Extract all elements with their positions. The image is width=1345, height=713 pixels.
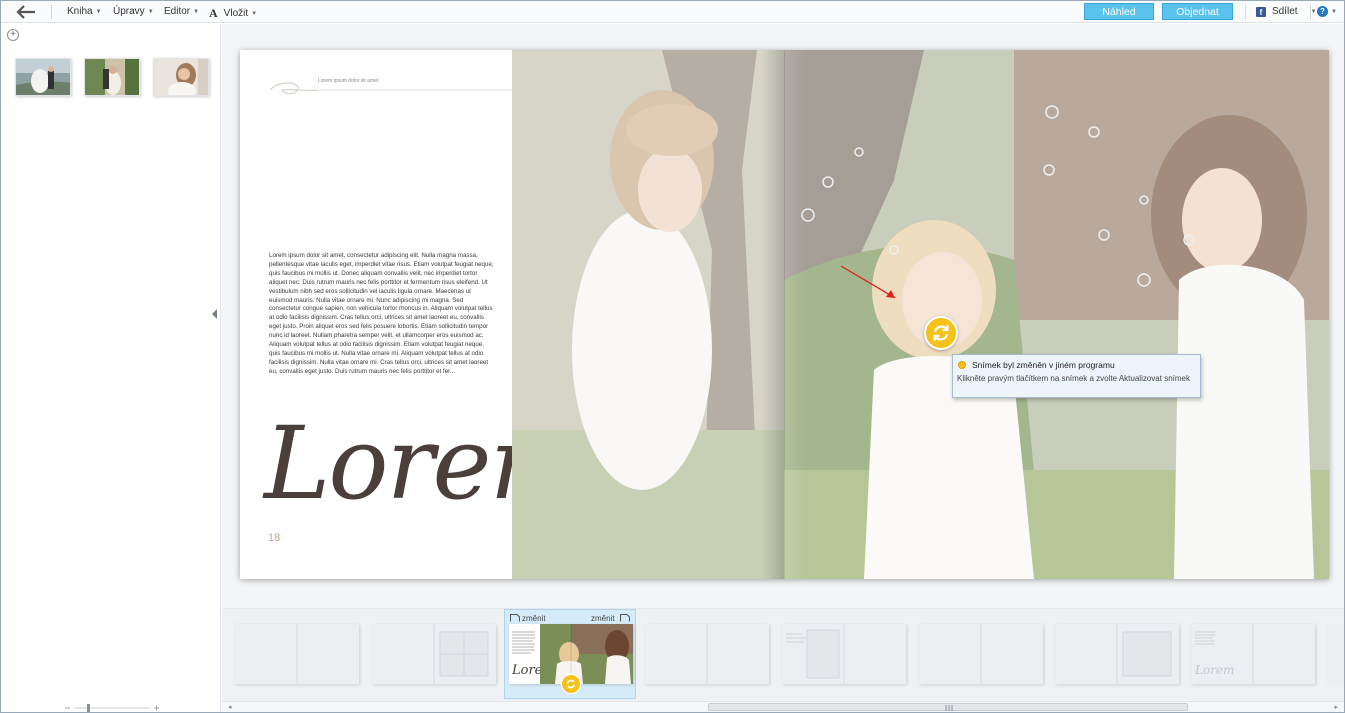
photo-library-panel: +	[1, 24, 221, 712]
spread-thumbnail	[1055, 624, 1179, 684]
scroll-right-icon[interactable]: ▸	[1334, 703, 1338, 711]
spread-thumbnail: Lorem	[1191, 624, 1315, 684]
menu-kniha[interactable]: Kniha ▼	[67, 6, 102, 17]
page-number-left: 18	[268, 532, 281, 544]
photo-girl-blowing-bubbles	[512, 50, 784, 579]
spread-thumbnail	[919, 624, 1043, 684]
scrollbar-thumb[interactable]	[708, 703, 1188, 711]
menu-label: Úpravy	[113, 6, 145, 17]
header-caption: Lorem ipsum dolor sit amet	[318, 78, 379, 84]
warning-dot-icon	[958, 361, 966, 369]
page-filmstrip: změnit změnit 14 15 16 17	[222, 608, 1344, 712]
photo-two-girls-with-bubbles	[784, 50, 1329, 579]
page-corner-icon	[620, 614, 630, 622]
right-page[interactable]	[784, 50, 1329, 579]
caret-down-icon: ▼	[1331, 8, 1337, 15]
svg-text:Lorem: Lorem	[1194, 663, 1234, 677]
tooltip-title: Snímek byl změněn v jiném programu	[972, 360, 1115, 370]
add-photo-icon[interactable]: +	[7, 29, 19, 41]
caret-down-icon: ▼	[251, 10, 258, 17]
spread-thumbnail	[372, 624, 496, 684]
menu-editor[interactable]: Editor ▼	[164, 6, 199, 17]
editor-canvas: Lorem ipsum dolor sit amet Lorem ipsum d…	[222, 24, 1344, 712]
library-thumbnail-1[interactable]	[15, 58, 71, 96]
menu-label: Kniha	[67, 6, 93, 17]
help-menu[interactable]: ? ▼	[1317, 6, 1337, 17]
change-left-link[interactable]: změnit	[522, 614, 546, 623]
spread-thumbnail	[1326, 624, 1344, 684]
menu-label: Editor	[164, 6, 191, 17]
menu-upravy[interactable]: Úpravy ▼	[113, 6, 154, 17]
filmstrip-spread-16-17[interactable]: 16 17	[372, 624, 496, 711]
spread-thumbnail	[782, 624, 906, 684]
divider	[51, 5, 52, 19]
caret-down-icon: ▼	[193, 8, 200, 15]
caret-down-icon: ▼	[95, 8, 102, 15]
page-spread[interactable]: Lorem ipsum dolor sit amet Lorem ipsum d…	[240, 50, 1329, 579]
left-page[interactable]: Lorem ipsum dolor sit amet Lorem ipsum d…	[240, 50, 784, 579]
page-corner-icon	[510, 614, 520, 622]
filmstrip-spread-22-23[interactable]: 22 23	[782, 624, 906, 711]
facebook-icon: f	[1256, 6, 1266, 17]
library-thumbnail-2[interactable]	[84, 58, 140, 96]
photo-wedding-couple	[16, 59, 70, 95]
mini-refresh-badge[interactable]	[561, 674, 581, 694]
library-thumbnail-3[interactable]	[153, 58, 209, 96]
spread-thumbnail	[235, 624, 359, 684]
menu-label: Vložit	[223, 8, 249, 19]
collapse-panel-icon[interactable]	[212, 309, 217, 319]
photo-changed-tooltip: Snímek byl změněn v jiném programu Klikn…	[952, 354, 1201, 398]
filmstrip-spread-20-21[interactable]: 20 21	[645, 624, 769, 711]
spread-thumbnail	[645, 624, 769, 684]
filmstrip-spread-28-29[interactable]: Lorem 28 29	[1191, 624, 1315, 711]
left-photo-frame[interactable]	[512, 50, 784, 579]
filmstrip-spread-24-25[interactable]: 24 25	[919, 624, 1043, 711]
slider-track	[65, 704, 159, 712]
photo-book-editor: Kniha ▼ Úpravy ▼ Editor ▼ A Vložit ▼ Náhled …	[0, 0, 1345, 713]
top-toolbar: Kniha ▼ Úpravy ▼ Editor ▼ A Vložit ▼ Náhled …	[1, 1, 1344, 23]
caret-down-icon: ▼	[1310, 8, 1317, 15]
filmstrip-spread-14-15[interactable]: 14 15	[235, 624, 359, 711]
back-arrow-icon	[16, 5, 35, 19]
filmstrip-spread-26-27[interactable]: 26 27	[1055, 624, 1179, 711]
change-right-link[interactable]: změnit	[591, 614, 615, 623]
filmstrip-spread-18-19[interactable]: Lorem 18	[509, 624, 633, 711]
share-menu[interactable]: f Sdílet ▼	[1256, 6, 1317, 17]
back-button[interactable]	[13, 3, 39, 21]
photo-wedding-garden	[85, 59, 139, 95]
body-text-block[interactable]: Lorem ipsum dolor sit amet, consectetur …	[269, 252, 494, 377]
filmstrip-spread-30[interactable]: 30	[1326, 624, 1344, 684]
help-icon: ?	[1317, 6, 1328, 17]
preview-button[interactable]: Náhled	[1084, 3, 1154, 20]
thumbnail-zoom-slider[interactable]	[65, 700, 159, 712]
photo-bride-portrait	[154, 59, 208, 95]
refresh-icon	[566, 679, 576, 689]
divider	[1310, 5, 1311, 19]
caret-down-icon: ▼	[147, 8, 154, 15]
photo-changed-badge[interactable]	[924, 316, 958, 350]
divider	[1245, 5, 1246, 19]
text-insert-icon: A	[209, 6, 218, 20]
share-label: Sdílet	[1272, 6, 1298, 17]
menu-vlozit[interactable]: A Vložit ▼	[209, 6, 257, 21]
scroll-left-icon[interactable]: ◂	[228, 703, 232, 711]
refresh-icon	[933, 325, 949, 341]
tooltip-body: Klikněte pravým tlačítkem na snímek a zv…	[957, 374, 1190, 383]
filmstrip-scrollbar[interactable]: ◂ ▸	[222, 701, 1344, 712]
order-button[interactable]: Objednat	[1162, 3, 1233, 20]
